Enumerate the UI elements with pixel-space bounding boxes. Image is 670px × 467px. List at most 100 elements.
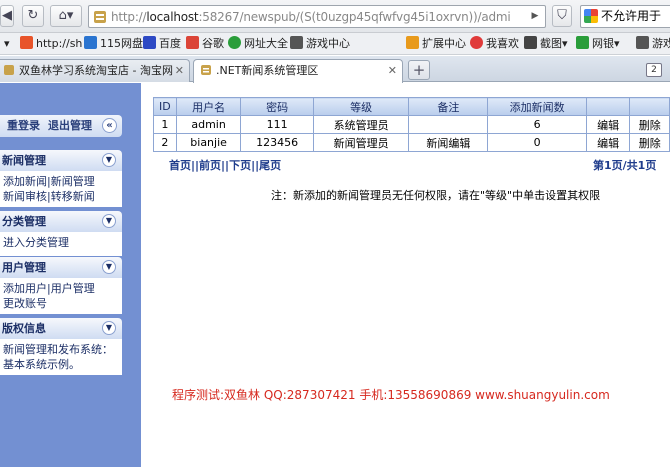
address-bar[interactable]: http://localhost:58267/newspub/(S(t0uzgp… (88, 5, 546, 28)
sidebar-header (0, 83, 141, 115)
group-title[interactable]: 新闻管理 ▼ (0, 150, 122, 171)
col-edit (585, 97, 631, 116)
heart-icon (470, 36, 483, 49)
group-body: 添加新闻|新闻管理 新闻审核|转移新闻 (0, 171, 122, 207)
group-news: 新闻管理 ▼ 添加新闻|新闻管理 新闻审核|转移新闻 (0, 150, 122, 207)
col-delete (629, 97, 670, 116)
search-input[interactable]: 不允许用于 (580, 5, 670, 28)
cell-id: 1 (153, 115, 177, 134)
chevron-down-icon[interactable]: ▼ (102, 153, 116, 167)
baidu-icon (143, 36, 156, 49)
logout-link[interactable]: 退出管理 (48, 119, 92, 132)
shield-icon[interactable]: ⛉ (552, 5, 572, 27)
tab-taobao[interactable]: 双鱼林学习系统淘宝店 - 淘宝网 ✕ (0, 59, 190, 82)
page-icon (4, 65, 14, 75)
cell-username: bianjie (175, 133, 242, 152)
cell-remark: 新闻编辑 (408, 133, 489, 152)
sidebar: 重登录 退出管理 « 新闻管理 ▼ 添加新闻|新闻管理 新闻审核|转移新闻 分类管理… (0, 83, 141, 467)
bookmark-item[interactable]: 游戏中心 (290, 36, 350, 52)
scissors-icon (524, 36, 537, 49)
permission-note: 注：新添加的新闻管理员无任何权限，请在"等级"中单击设置其权限 (271, 189, 601, 202)
cell-level[interactable]: 系统管理员 (312, 115, 410, 134)
delete-link[interactable]: 删除 (629, 115, 670, 134)
game-icon (636, 36, 649, 49)
tab-count-badge[interactable]: 2 (646, 63, 662, 77)
chevron-down-icon[interactable]: ▼ (102, 260, 116, 274)
chevron-down-icon[interactable]: ▼ (102, 214, 116, 228)
cell-password: 111 (240, 115, 314, 134)
sidebar-item-category[interactable]: 进入分类管理 (3, 235, 120, 250)
table-header-row: ID 用户名 密码 等级 备注 添加新闻数 (153, 97, 670, 116)
group-users: 用户管理 ▼ 添加用户|用户管理 更改账号 (0, 257, 122, 314)
table-row: 1 admin 111 系统管理员 6 编辑 删除 (153, 115, 670, 134)
bookmarks-bar: ▾ http://sh 115网盘 百度 谷歌 网址大全 游戏中心 扩展中心 我… (0, 33, 670, 55)
google-icon (584, 9, 598, 23)
bookmark-item[interactable]: 百度 (143, 36, 181, 52)
table-row: 2 bianjie 123456 新闻管理员 新闻编辑 0 编辑 删除 (153, 133, 670, 152)
col-username: 用户名 (175, 97, 242, 116)
footer-contact: 程序测试:双鱼林 QQ:287307421 手机:13558690869 www… (172, 388, 610, 402)
group-copyright: 版权信息 ▼ 新闻管理和发布系统：基本系统示例。 (0, 318, 122, 375)
home-button[interactable]: ⌂▾ (50, 5, 82, 27)
bookmark-item[interactable]: 截图▾ (524, 36, 568, 52)
game-icon (290, 36, 303, 49)
edit-link[interactable]: 编辑 (585, 115, 631, 134)
bookmark-item[interactable]: 115网盘 (84, 36, 143, 52)
group-title[interactable]: 版权信息 ▼ (0, 318, 122, 339)
bookmark-item[interactable]: 游戏 (636, 36, 670, 52)
close-icon[interactable]: ✕ (175, 60, 184, 81)
cell-password: 123456 (240, 133, 314, 152)
chevron-down-icon[interactable]: ▼ (102, 321, 116, 335)
group-title[interactable]: 用户管理 ▼ (0, 257, 122, 278)
tab-news-admin[interactable]: .NET新闻系统管理区 ✕ (193, 59, 403, 83)
back-button[interactable]: ◀ (0, 5, 14, 27)
sites-icon (228, 36, 241, 49)
extension-icon (406, 36, 419, 49)
bookmark-item[interactable]: 扩展中心 (406, 36, 466, 52)
bookmark-item[interactable]: 网址大全 (228, 36, 288, 52)
url-text: http://localhost:58267/newspub/(S(t0uzgp… (111, 10, 511, 24)
col-password: 密码 (240, 97, 314, 116)
bookmark-item[interactable]: 我喜欢 (470, 36, 519, 52)
page-icon (201, 65, 211, 75)
col-id: ID (153, 97, 177, 116)
relogin-link[interactable]: 重登录 (7, 119, 40, 132)
bookmark-star[interactable]: ▾ (4, 36, 10, 52)
group-body: 进入分类管理 (0, 232, 122, 256)
115-icon (84, 36, 97, 49)
bank-icon (576, 36, 589, 49)
go-button[interactable]: ▶ (527, 8, 543, 25)
main-content: ID 用户名 密码 等级 备注 添加新闻数 1 admin 111 系统管理员 … (141, 83, 670, 467)
refresh-button[interactable]: ↻ (22, 5, 44, 27)
google-icon (186, 36, 199, 49)
sidebar-item-review[interactable]: 新闻审核|转移新闻 (3, 189, 120, 204)
bookmark-item[interactable]: 谷歌 (186, 36, 224, 52)
bookmark-item[interactable]: 网银▾ (576, 36, 620, 52)
cell-id: 2 (153, 133, 177, 152)
bookmark-item[interactable]: http://sh (20, 36, 82, 52)
cell-level[interactable]: 新闻管理员 (312, 133, 410, 152)
cell-news-count: 6 (487, 115, 587, 134)
col-remark: 备注 (408, 97, 489, 116)
sidebar-item-news[interactable]: 添加新闻|新闻管理 (3, 174, 120, 189)
sidebar-item-account[interactable]: 更改账号 (3, 296, 120, 311)
page-icon (94, 11, 106, 23)
group-title[interactable]: 分类管理 ▼ (0, 211, 122, 232)
col-news-count: 添加新闻数 (487, 97, 587, 116)
collapse-icon[interactable]: « (102, 118, 117, 133)
group-category: 分类管理 ▼ 进入分类管理 (0, 211, 122, 256)
close-icon[interactable]: ✕ (388, 60, 397, 81)
sidebar-item-users[interactable]: 添加用户|用户管理 (3, 281, 120, 296)
delete-link[interactable]: 删除 (629, 133, 670, 152)
group-body: 添加用户|用户管理 更改账号 (0, 278, 122, 314)
page-count: 第1页/共1页 (593, 159, 657, 172)
pager-links[interactable]: 首页||前页||下页||尾页 (169, 157, 281, 173)
new-tab-button[interactable]: + (408, 60, 430, 80)
admin-table: ID 用户名 密码 等级 备注 添加新闻数 1 admin 111 系统管理员 … (153, 97, 670, 152)
edit-link[interactable]: 编辑 (585, 133, 631, 152)
cell-remark (408, 115, 489, 134)
tab-strip: 双鱼林学习系统淘宝店 - 淘宝网 ✕ .NET新闻系统管理区 ✕ + 2 (0, 56, 670, 83)
copyright-text: 新闻管理和发布系统：基本系统示例。 (3, 343, 113, 371)
browser-toolbar: ◀ ↻ ⌂▾ http://localhost:58267/newspub/(S… (0, 0, 670, 33)
cell-username: admin (175, 115, 242, 134)
